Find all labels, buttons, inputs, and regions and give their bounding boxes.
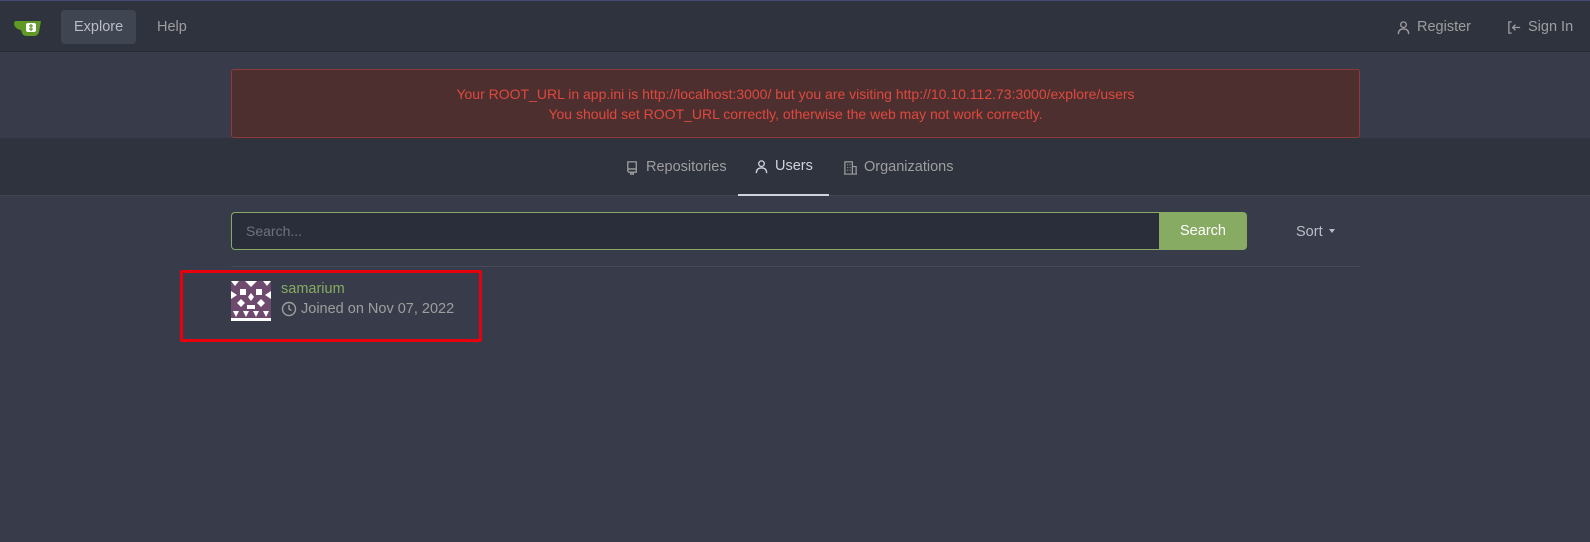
sort-dropdown[interactable]: Sort xyxy=(1296,220,1335,244)
repo-icon xyxy=(627,160,637,175)
register-link[interactable]: Register xyxy=(1383,10,1484,44)
sign-in-link[interactable]: Sign In xyxy=(1494,10,1586,44)
sign-in-icon xyxy=(1508,20,1521,34)
tab-users[interactable]: Users xyxy=(738,138,829,196)
tab-repositories[interactable]: Repositories xyxy=(609,138,743,196)
dropdown-caret-icon xyxy=(1328,229,1335,233)
top-navbar: Explore Help Register Sign In xyxy=(0,0,1590,52)
sign-in-label: Sign In xyxy=(1528,19,1574,35)
search-button[interactable]: Search xyxy=(1159,212,1247,250)
explore-tabs: Repositories Users Organizations xyxy=(0,138,1590,196)
search-input[interactable] xyxy=(231,212,1159,250)
root-url-warning: Your ROOT_URL in app.ini is http://local… xyxy=(231,69,1360,138)
tab-users-label: Users xyxy=(775,158,813,174)
nav-explore[interactable]: Explore xyxy=(61,10,137,44)
person-icon xyxy=(755,159,768,173)
warning-line-1: Your ROOT_URL in app.ini is http://local… xyxy=(456,86,1135,102)
nav-help[interactable]: Help xyxy=(144,10,200,44)
register-label: Register xyxy=(1417,19,1471,35)
tab-organizations[interactable]: Organizations xyxy=(827,138,969,196)
warning-line-2: You should set ROOT_URL correctly, other… xyxy=(548,106,1043,122)
sort-label: Sort xyxy=(1296,224,1323,240)
divider xyxy=(231,266,1360,267)
tab-organizations-label: Organizations xyxy=(864,159,954,175)
search-form: Search xyxy=(231,212,1247,250)
gitea-logo-icon[interactable] xyxy=(14,15,44,39)
organization-icon xyxy=(843,160,858,175)
tab-repositories-label: Repositories xyxy=(646,159,727,175)
person-icon xyxy=(1397,20,1410,34)
highlight-box xyxy=(180,270,482,342)
